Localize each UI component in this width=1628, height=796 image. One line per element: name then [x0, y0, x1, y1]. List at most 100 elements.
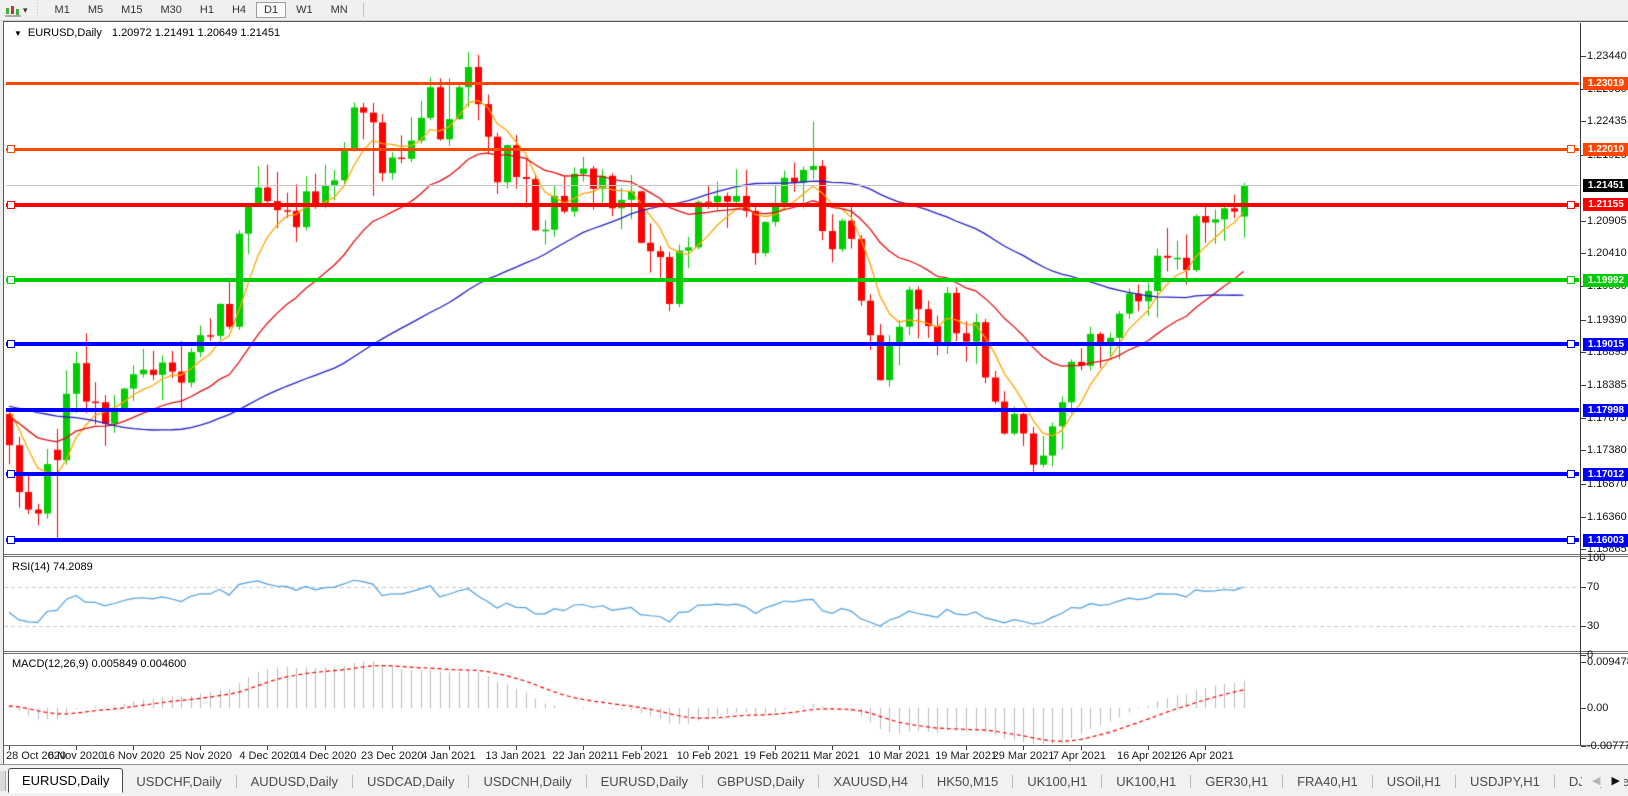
tab-divider [236, 775, 237, 788]
price-tick-label: 1.18385 [1587, 379, 1627, 391]
date-label: 23 Dec 2020 [361, 750, 423, 762]
chart-tab-ger30-h1[interactable]: GER30,H1 [1192, 771, 1281, 793]
scroll-tabs-right-icon[interactable]: ▶ [1612, 775, 1620, 787]
level-line-handle[interactable] [1567, 145, 1575, 153]
panel-separator [4, 745, 1628, 746]
axis-tick [1581, 484, 1586, 485]
macd-axis-label: 0.00 [1587, 702, 1608, 714]
rsi-axis-label: 70 [1587, 581, 1599, 593]
timeframe-button-h4[interactable]: H4 [224, 2, 254, 18]
chart-type-icon[interactable] [4, 3, 22, 17]
chart-tab-eurusd-daily[interactable]: EURUSD,Daily [8, 768, 123, 793]
horizontal-level-line-1.19992[interactable] [6, 278, 1579, 282]
collapse-triangle-icon[interactable]: ▼ [14, 29, 22, 38]
chart-tab-eurusd-daily[interactable]: EURUSD,Daily [588, 771, 701, 793]
level-line-handle[interactable] [1567, 340, 1575, 348]
axis-tick [1581, 385, 1586, 386]
date-label: 10 Feb 2021 [677, 750, 739, 762]
level-price-tag-1.22010: 1.22010 [1583, 143, 1628, 156]
chart-tab-gbpusd-daily[interactable]: GBPUSD,Daily [704, 771, 817, 793]
axis-tick [1581, 352, 1586, 353]
date-label: 10 Mar 2021 [868, 750, 930, 762]
rsi-panel-canvas[interactable] [4, 557, 1579, 652]
level-line-handle[interactable] [1567, 536, 1575, 544]
chart-tab-usoil-h1[interactable]: USOil,H1 [1374, 771, 1454, 793]
horizontal-level-line-1.19015[interactable] [6, 342, 1579, 346]
panel-separator[interactable] [4, 556, 1628, 557]
scroll-tabs-left-icon[interactable]: ◀ [1592, 775, 1600, 787]
level-line-handle[interactable] [1567, 201, 1575, 209]
axis-tick [1581, 56, 1586, 57]
timeframe-button-m5[interactable]: M5 [80, 2, 111, 18]
chart-tab-uk100-h1[interactable]: UK100,H1 [1103, 771, 1189, 793]
horizontal-level-line-1.16003[interactable] [6, 538, 1579, 542]
level-line-handle[interactable] [7, 276, 15, 284]
level-line-handle[interactable] [7, 145, 15, 153]
panel-separator[interactable] [4, 554, 1628, 555]
horizontal-level-line-1.17012[interactable] [6, 472, 1579, 476]
timeframe-button-h1[interactable]: H1 [192, 2, 222, 18]
tab-divider [352, 775, 353, 788]
date-label: 19 Feb 2021 [744, 750, 806, 762]
level-line-handle[interactable] [1567, 470, 1575, 478]
macd-axis-label: 0.009478 [1587, 656, 1628, 668]
chart-type-dropdown-caret[interactable]: ▾ [23, 5, 28, 16]
chart-tab-usdchf-daily[interactable]: USDCHF,Daily [123, 771, 234, 793]
horizontal-level-line-1.22010[interactable] [6, 148, 1579, 151]
tab-divider [586, 775, 587, 788]
level-line-handle[interactable] [7, 536, 15, 544]
horizontal-level-line-1.21155[interactable] [6, 203, 1579, 207]
rsi-value: 74.2089 [53, 561, 93, 573]
date-label: 19 Mar 2021 [935, 750, 997, 762]
chart-symbol-label: EURUSD,Daily [28, 27, 102, 39]
timeframe-button-w1[interactable]: W1 [288, 2, 321, 18]
chart-tab-audusd-daily[interactable]: AUDUSD,Daily [238, 771, 351, 793]
chart-tab-hk50-m15[interactable]: HK50,M15 [924, 771, 1011, 793]
panel-separator[interactable] [4, 653, 1628, 654]
chart-tab-usdcnh-daily[interactable]: USDCNH,Daily [470, 771, 584, 793]
chart-tab-uk100-h1[interactable]: UK100,H1 [1014, 771, 1100, 793]
axis-tick [1581, 517, 1586, 518]
level-line-handle[interactable] [7, 470, 15, 478]
chart-tab-usdjpy-h1[interactable]: USDJPY,H1 [1457, 771, 1553, 793]
timeframe-button-d1[interactable]: D1 [256, 2, 286, 18]
timeframe-button-m1[interactable]: M1 [47, 2, 78, 18]
chart-title: ▼EURUSD,Daily1.20972 1.21491 1.20649 1.2… [14, 27, 280, 39]
level-line-handle[interactable] [1567, 276, 1575, 284]
rsi-label: RSI(14) 74.2089 [12, 561, 93, 573]
tab-divider [702, 775, 703, 788]
timeframe-button-m30[interactable]: M30 [153, 2, 190, 18]
date-label: 7 Apr 2021 [1053, 750, 1106, 762]
chart-tab-xauusd-h4[interactable]: XAUUSD,H4 [820, 771, 920, 793]
chart-tab-usdcad-daily[interactable]: USDCAD,Daily [354, 771, 467, 793]
panel-separator[interactable] [4, 651, 1628, 652]
date-label: 16 Nov 2020 [103, 750, 165, 762]
horizontal-level-line-1.23019[interactable] [6, 82, 1579, 85]
rsi-axis-label: 30 [1587, 620, 1599, 632]
rsi-axis-label: 100 [1587, 552, 1605, 564]
macd-values: 0.005849 0.004600 [91, 658, 186, 670]
timeframe-button-mn[interactable]: MN [323, 2, 356, 18]
axis-tick [1581, 450, 1586, 451]
chart-tab-fra40-h1[interactable]: FRA40,H1 [1284, 771, 1371, 793]
horizontal-level-line-1.17998[interactable] [6, 408, 1579, 412]
chart-type-glyph [5, 4, 21, 17]
price-tick-label: 1.16360 [1587, 511, 1627, 523]
tab-divider [1012, 775, 1013, 788]
chart-window: ▼EURUSD,Daily1.20972 1.21491 1.20649 1.2… [3, 21, 1628, 764]
axis-tick [1581, 418, 1586, 419]
level-line-handle[interactable] [7, 201, 15, 209]
current-price-tag: 1.21451 [1583, 179, 1628, 192]
timeframe-buttons: M1M5M15M30H1H4D1W1MN [46, 4, 357, 16]
level-line-handle[interactable] [7, 340, 15, 348]
price-tick-label: 1.23440 [1587, 50, 1627, 62]
level-price-tag-1.21155: 1.21155 [1583, 198, 1628, 211]
chart-tab-bar: EURUSD,DailyUSDCHF,DailyAUDUSD,DailyUSDC… [0, 764, 1628, 796]
tab-bar-grip[interactable] [0, 771, 6, 791]
macd-panel-canvas[interactable] [4, 654, 1579, 746]
tab-divider [1282, 775, 1283, 788]
date-label: 29 Mar 2021 [993, 750, 1055, 762]
level-price-tag-1.19992: 1.19992 [1583, 274, 1628, 287]
timeframe-button-m15[interactable]: M15 [113, 2, 150, 18]
level-price-tag-1.16003: 1.16003 [1583, 534, 1628, 547]
